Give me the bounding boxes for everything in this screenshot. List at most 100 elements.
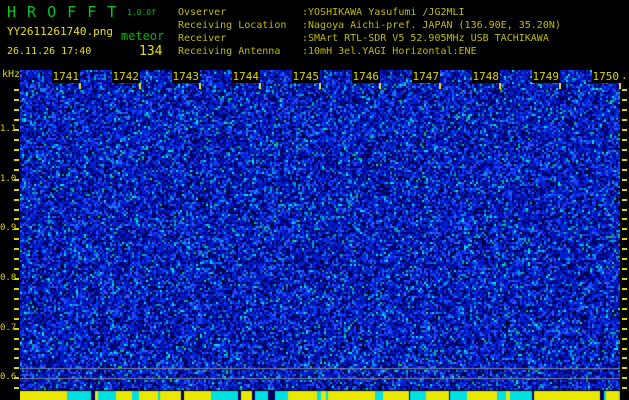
y-tick-label: 0.7	[0, 323, 17, 333]
info-row: Ovserver :YOSHIKAWA Yasufumi /JG2MLI	[178, 6, 561, 19]
y-tick-mark-right	[622, 199, 627, 201]
x-tick-label: 1748	[471, 70, 500, 83]
y-tick-mark-right	[622, 348, 627, 350]
y-tick-mark-left	[14, 387, 19, 389]
y-tick-mark-right	[622, 89, 627, 91]
x-tick-mark	[619, 83, 621, 89]
y-tick-mark-right	[622, 298, 627, 300]
app-title: H R O F F T	[7, 3, 118, 21]
hrofft-screen: H R O F F T 1.0.0f YY2611261740.png mete…	[0, 0, 629, 400]
y-tick-mark-left	[14, 199, 19, 201]
info-label: Ovserver	[178, 7, 227, 18]
y-tick-mark-right	[622, 308, 627, 310]
y-tick-mark-left	[14, 298, 19, 300]
y-tick-mark-left	[14, 308, 19, 310]
y-tick-mark-left	[14, 348, 19, 350]
info-row: Receiving Location :Nagoya Aichi-pref. JA…	[178, 19, 561, 32]
y-tick-mark-left	[14, 209, 19, 211]
y-tick-mark-right	[622, 209, 627, 211]
x-tick-mark	[499, 83, 501, 89]
y-tick-mark-left	[14, 367, 19, 369]
y-tick-mark-left	[14, 159, 19, 161]
time-axis-end-mark: .	[621, 69, 628, 82]
x-tick-mark	[319, 83, 321, 89]
spectrogram-canvas	[20, 70, 620, 400]
y-tick-mark-left	[14, 119, 19, 121]
y-tick-mark-right	[622, 288, 627, 290]
y-tick-mark-right	[622, 99, 627, 101]
timestamp: 26.11.26 17:40	[7, 46, 92, 57]
y-tick-mark-right	[622, 159, 627, 161]
y-tick-mark-left	[14, 149, 19, 151]
app-version: 1.0.0f	[127, 8, 156, 17]
y-tick-mark-left	[14, 248, 19, 250]
y-tick-mark-left	[14, 189, 19, 191]
y-tick-mark-left	[14, 318, 19, 320]
x-tick-label: 1749	[531, 70, 560, 83]
y-tick-mark-right	[622, 139, 627, 141]
x-tick-label: 1745	[291, 70, 320, 83]
y-tick-mark-left	[14, 99, 19, 101]
y-tick-mark-right	[622, 129, 627, 131]
x-tick-mark	[79, 83, 81, 89]
y-tick-label: 1.0	[0, 174, 17, 184]
y-tick-mark-right	[622, 278, 627, 280]
y-tick-mark-right	[622, 248, 627, 250]
y-tick-label: 0.9	[0, 223, 17, 233]
info-label: Receiving Location	[178, 20, 287, 31]
x-tick-mark	[199, 83, 201, 89]
x-tick-mark	[259, 83, 261, 89]
y-tick-mark-right	[622, 318, 627, 320]
x-tick-label: 1747	[411, 70, 440, 83]
y-tick-mark-right	[622, 238, 627, 240]
y-tick-label: 0.8	[0, 273, 17, 283]
info-row: Receiving Antenna :10mH 3el.YAGI Horizont…	[178, 45, 561, 58]
x-tick-label: 1741	[51, 70, 80, 83]
y-tick-mark-left	[14, 288, 19, 290]
info-row: Receiver :SMArt RTL-SDR V5 52.905MHz USB …	[178, 32, 561, 45]
y-tick-mark-right	[622, 228, 627, 230]
y-tick-mark-right	[622, 218, 627, 220]
freq-axis-unit-label: kHz	[2, 69, 21, 80]
info-value: :YOSHIKAWA Yasufumi /JG2MLI	[302, 7, 465, 18]
y-tick-mark-right	[622, 169, 627, 171]
y-tick-mark-left	[14, 139, 19, 141]
y-tick-mark-right	[622, 258, 627, 260]
y-tick-mark-left	[14, 169, 19, 171]
y-tick-mark-right	[622, 109, 627, 111]
y-tick-mark-left	[14, 89, 19, 91]
y-tick-mark-left	[14, 218, 19, 220]
station-info-block: Ovserver:YOSHIKAWA Yasufumi /JG2MLI Recei…	[178, 6, 561, 58]
y-tick-mark-left	[14, 338, 19, 340]
y-tick-mark-right	[622, 338, 627, 340]
echo-count: 134	[139, 44, 163, 59]
output-filename: YY2611261740.png	[7, 25, 113, 38]
y-tick-mark-right	[622, 179, 627, 181]
info-value: :10mH 3el.YAGI Horizontal:ENE	[302, 46, 477, 57]
y-tick-mark-right	[622, 149, 627, 151]
x-tick-label: 1744	[231, 70, 260, 83]
x-tick-label: 1746	[351, 70, 380, 83]
y-tick-mark-left	[14, 268, 19, 270]
y-tick-mark-right	[622, 189, 627, 191]
x-tick-mark	[139, 83, 141, 89]
x-tick-mark	[559, 83, 561, 89]
y-tick-mark-left	[14, 109, 19, 111]
x-tick-label: 1742	[111, 70, 140, 83]
y-tick-mark-right	[622, 268, 627, 270]
x-tick-label: 1743	[171, 70, 200, 83]
y-tick-mark-right	[622, 367, 627, 369]
mode-label: meteor	[121, 29, 165, 43]
y-tick-mark-left	[14, 357, 19, 359]
info-value: :SMArt RTL-SDR V5 52.905MHz USB TACHIKAW…	[302, 33, 549, 44]
info-value: :Nagoya Aichi-pref. JAPAN (136.90E, 35.2…	[302, 20, 561, 31]
y-tick-mark-right	[622, 119, 627, 121]
y-tick-label: 1.1	[0, 124, 17, 134]
info-label: Receiving Antenna	[178, 46, 281, 57]
y-tick-mark-left	[14, 258, 19, 260]
y-tick-mark-right	[622, 387, 627, 389]
x-tick-label: 1750	[591, 70, 620, 83]
x-tick-mark	[379, 83, 381, 89]
y-tick-mark-right	[622, 357, 627, 359]
info-label: Receiver	[178, 33, 227, 44]
